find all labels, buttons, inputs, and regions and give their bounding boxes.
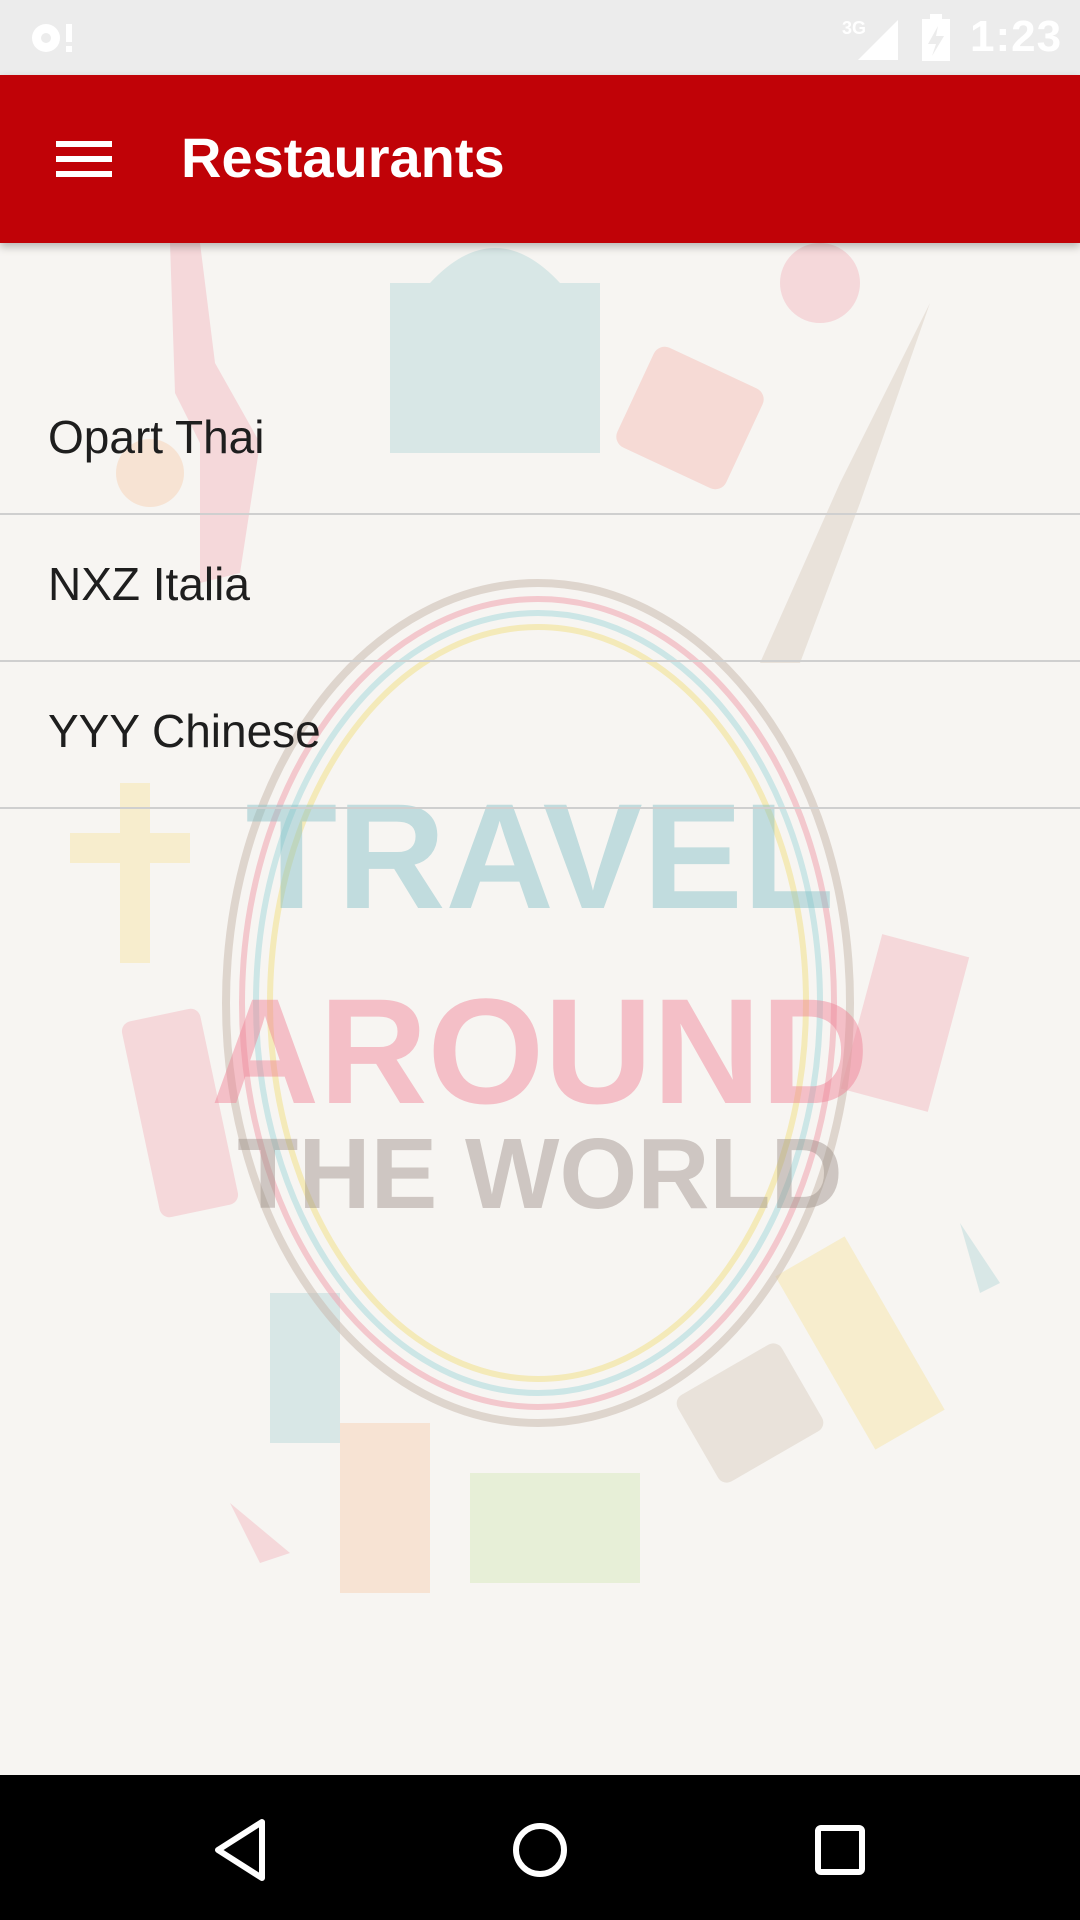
restaurant-list: Opart Thai NXZ Italia YYY Chinese <box>0 368 1080 809</box>
navigation-bar <box>0 1775 1080 1920</box>
signal-3g-icon: 3G <box>842 18 898 60</box>
restaurant-name: Opart Thai <box>48 411 265 463</box>
hamburger-menu-icon[interactable] <box>50 133 118 185</box>
notification-icon <box>32 24 72 52</box>
restaurant-name: YYY Chinese <box>48 705 321 757</box>
content-area: TRAVEL AROUND THE WORLD Opart Thai NXZ I… <box>0 243 1080 1775</box>
status-time: 1:23 <box>970 12 1063 61</box>
page-title: Restaurants <box>181 126 505 189</box>
svg-text:3G: 3G <box>842 18 866 38</box>
restaurant-name: NXZ Italia <box>48 558 250 610</box>
status-bar: 3G 1:23 <box>0 0 1080 75</box>
bg-text-around: AROUND <box>211 967 869 1135</box>
battery-icon <box>922 14 950 61</box>
app-bar: Restaurants <box>0 75 1080 243</box>
list-item[interactable]: YYY Chinese <box>0 662 1080 809</box>
list-item[interactable]: NXZ Italia <box>0 515 1080 662</box>
back-icon[interactable] <box>200 1810 280 1890</box>
home-icon[interactable] <box>500 1810 580 1890</box>
recents-icon[interactable] <box>800 1810 880 1890</box>
bg-text-the-world: THE WORLD <box>237 1118 842 1230</box>
list-item[interactable]: Opart Thai <box>0 368 1080 515</box>
